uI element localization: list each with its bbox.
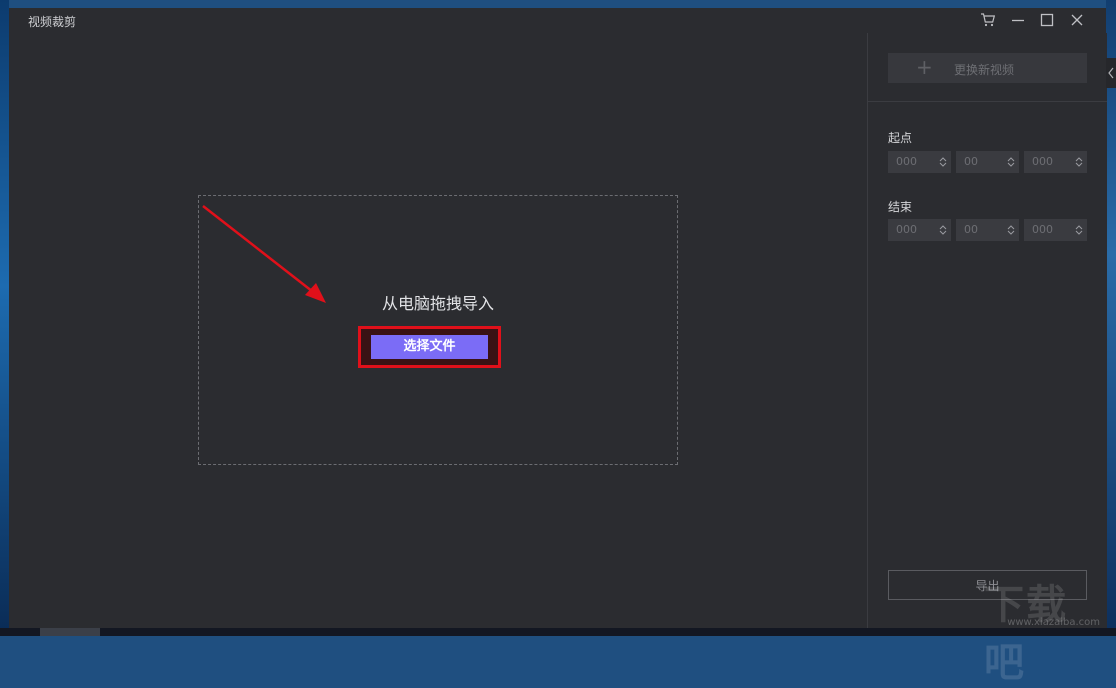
watermark: 下载吧 www.xiazaiba.com: [984, 572, 1108, 686]
end-minutes-stepper[interactable]: 00: [956, 219, 1019, 241]
highlight-box: 选择文件: [358, 326, 501, 368]
end-hours-stepper[interactable]: 000: [888, 219, 951, 241]
preview-area: 从电脑拖拽导入 选择文件: [9, 33, 867, 628]
annotation-arrow: [202, 205, 326, 303]
start-minutes-stepper[interactable]: 00: [956, 151, 1019, 173]
window-title: 视频裁剪: [28, 15, 77, 29]
desktop-background-left: [0, 0, 9, 636]
spin-arrows-icon[interactable]: [1075, 154, 1083, 170]
spin-arrows-icon[interactable]: [1075, 222, 1083, 238]
start-minutes-value: 00: [964, 155, 978, 168]
replace-video-label: 更换新视频: [954, 63, 1015, 77]
watermark-url: www.xiazaiba.com: [1007, 617, 1100, 628]
end-seconds-value: 000: [1032, 223, 1053, 236]
watermark-logo: 下载吧: [984, 582, 1068, 686]
start-hours-value: 000: [896, 155, 917, 168]
minimize-icon[interactable]: [1010, 12, 1026, 28]
collapse-tab[interactable]: [1106, 58, 1116, 88]
maximize-icon[interactable]: [1039, 12, 1055, 28]
choose-file-button[interactable]: 选择文件: [371, 335, 488, 359]
end-seconds-stepper[interactable]: 000: [1024, 219, 1087, 241]
title-bar[interactable]: 视频裁剪: [9, 8, 1106, 34]
spin-arrows-icon[interactable]: [1007, 222, 1015, 238]
spin-arrows-icon[interactable]: [939, 154, 947, 170]
start-seconds-value: 000: [1032, 155, 1053, 168]
settings-panel: + 更换新视频 起点 000 00 000 结束 000 00 000 导出: [867, 33, 1107, 628]
start-seconds-stepper[interactable]: 000: [1024, 151, 1087, 173]
taskbar: [0, 628, 1116, 636]
desktop-background-right: [1106, 0, 1116, 636]
end-minutes-value: 00: [964, 223, 978, 236]
taskbar-item[interactable]: [40, 628, 100, 636]
chevron-left-icon: [1108, 67, 1114, 79]
start-hours-stepper[interactable]: 000: [888, 151, 951, 173]
spin-arrows-icon[interactable]: [1007, 154, 1015, 170]
start-label: 起点: [888, 131, 913, 145]
close-icon[interactable]: [1069, 12, 1085, 28]
spin-arrows-icon[interactable]: [939, 222, 947, 238]
plus-icon: +: [916, 55, 933, 79]
end-hours-value: 000: [896, 223, 917, 236]
panel-divider: [868, 101, 1107, 102]
replace-video-button[interactable]: + 更换新视频: [888, 53, 1087, 83]
video-crop-window: 视频裁剪 从电脑拖拽导入 选择文件 + 更换新视频 起点 000 00 000 …: [9, 8, 1107, 628]
cart-icon[interactable]: [980, 12, 996, 28]
end-label: 结束: [888, 200, 913, 214]
